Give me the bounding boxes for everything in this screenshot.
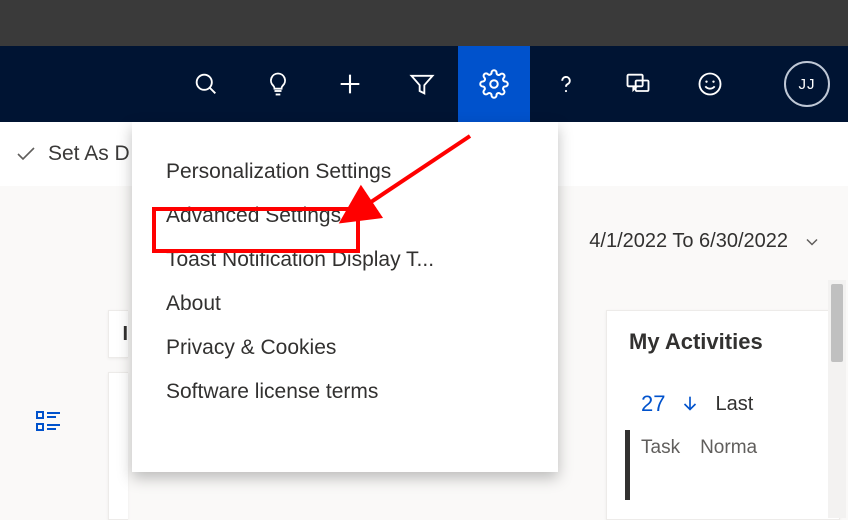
- scrollbar-thumb[interactable]: [831, 284, 843, 362]
- my-activities-card: My Activities 27 Last Task Norma: [606, 310, 840, 520]
- user-avatar[interactable]: JJ: [784, 61, 830, 107]
- checkmark-icon: [14, 142, 38, 166]
- search-icon[interactable]: [170, 46, 242, 122]
- menu-item-personalization-settings[interactable]: Personalization Settings: [132, 150, 558, 194]
- left-card-body: [108, 372, 128, 520]
- left-card-header: I: [108, 310, 128, 358]
- set-as-default-button[interactable]: Set As D: [48, 142, 130, 166]
- date-range-text: 4/1/2022 To 6/30/2022: [589, 230, 788, 253]
- settings-dropdown: Personalization Settings Advanced Settin…: [132, 122, 558, 472]
- settings-gear-icon[interactable]: [458, 46, 530, 122]
- chat-icon[interactable]: [602, 46, 674, 122]
- help-icon[interactable]: [530, 46, 602, 122]
- lightbulb-icon[interactable]: [242, 46, 314, 122]
- view-toggle-icon[interactable]: [36, 410, 64, 432]
- activities-last-label: Last: [715, 393, 753, 416]
- activities-col-normal: Norma: [700, 437, 757, 459]
- activities-count: 27: [641, 391, 665, 417]
- menu-item-privacy-cookies[interactable]: Privacy & Cookies: [132, 326, 558, 370]
- plus-icon[interactable]: [314, 46, 386, 122]
- filter-icon[interactable]: [386, 46, 458, 122]
- browser-tab-strip: [0, 0, 848, 46]
- date-range-selector[interactable]: 4/1/2022 To 6/30/2022: [589, 230, 822, 253]
- smile-icon[interactable]: [674, 46, 746, 122]
- scrollbar-track[interactable]: [828, 280, 846, 518]
- activities-bar-indicator: [625, 430, 630, 500]
- menu-item-about[interactable]: About: [132, 282, 558, 326]
- top-nav-bar: JJ: [0, 46, 848, 122]
- menu-item-toast-notification[interactable]: Toast Notification Display T...: [132, 238, 558, 282]
- avatar-initials: JJ: [799, 76, 816, 93]
- chevron-down-icon: [802, 232, 822, 252]
- arrow-down-icon: [679, 393, 701, 415]
- activities-col-task: Task: [641, 437, 680, 459]
- menu-item-software-license[interactable]: Software license terms: [132, 370, 558, 414]
- my-activities-title: My Activities: [629, 329, 817, 355]
- menu-item-advanced-settings[interactable]: Advanced Settings: [132, 194, 558, 238]
